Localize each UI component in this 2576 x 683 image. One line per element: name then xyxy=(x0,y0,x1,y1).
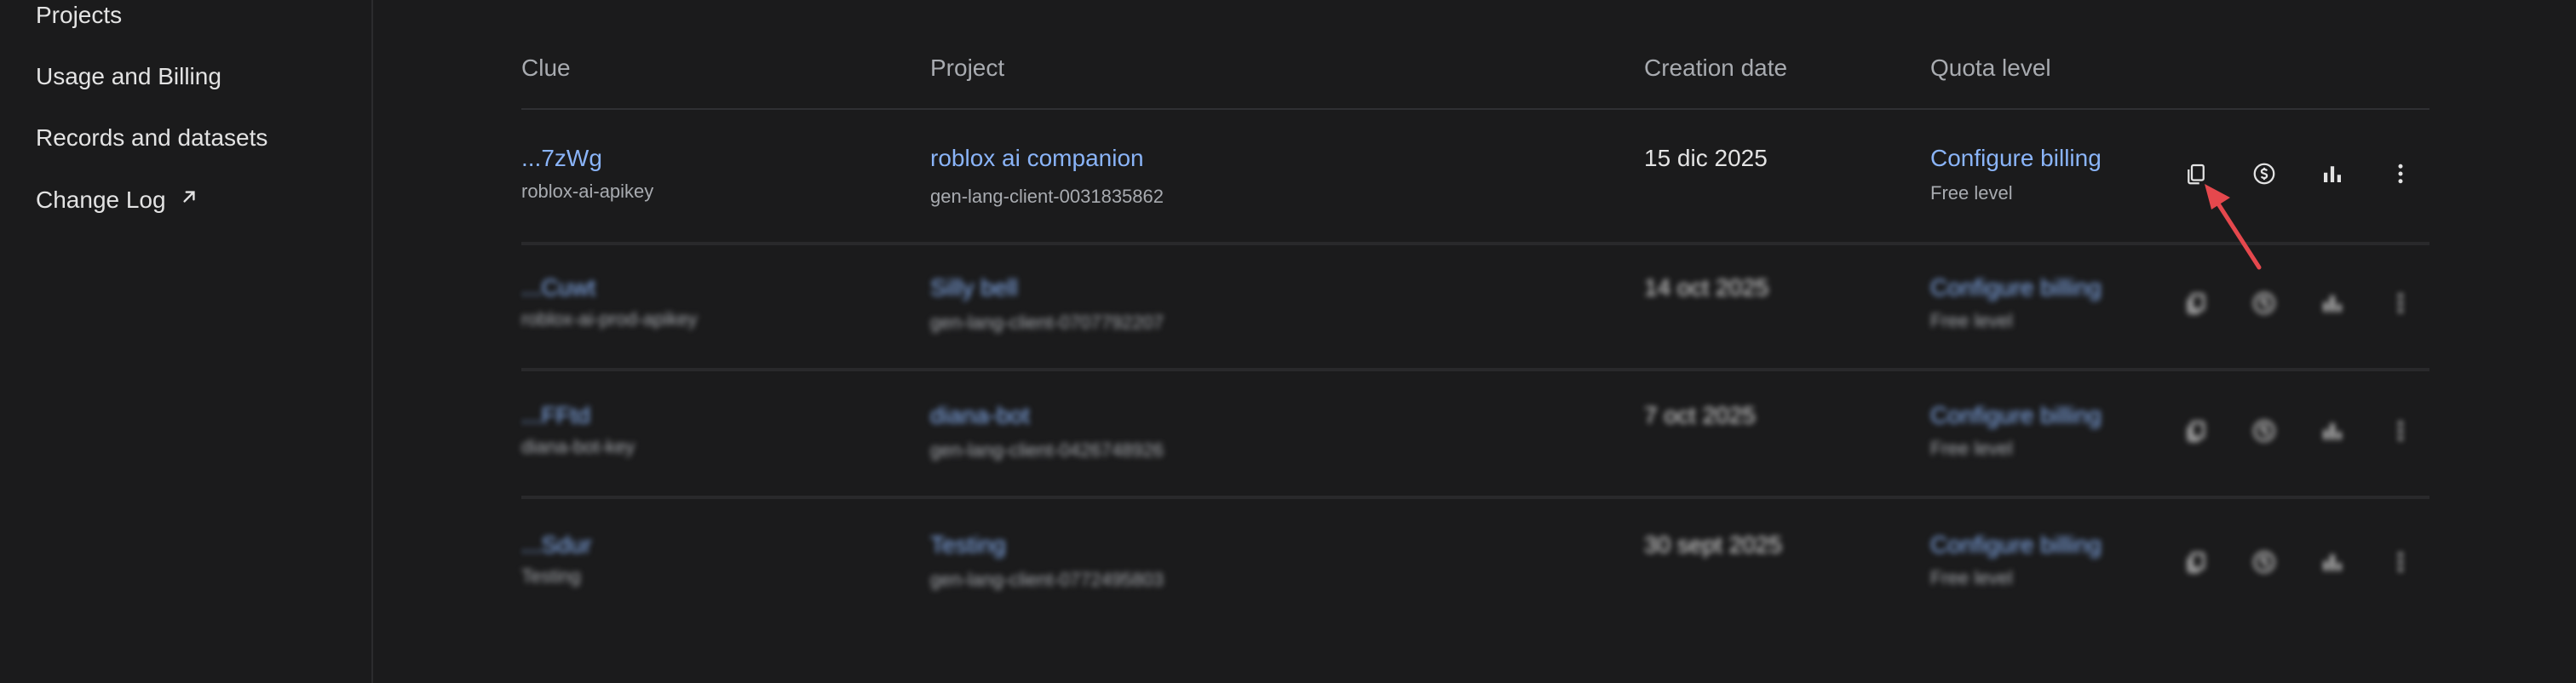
project-id: gen-lang-client-0426748926 xyxy=(930,439,1164,461)
api-key-name: roblox-ai-prod-apikey xyxy=(521,308,698,330)
row-divider xyxy=(521,496,2429,499)
quota-tier: Free level xyxy=(1930,310,2013,331)
dollar-circle-icon[interactable] xyxy=(2244,283,2285,324)
row-divider xyxy=(521,242,2429,245)
more-vert-icon[interactable] xyxy=(2380,153,2421,194)
dollar-circle-icon[interactable] xyxy=(2244,542,2285,583)
project-id: gen-lang-client-0031835862 xyxy=(930,186,1164,207)
api-key-name: roblox-ai-apikey xyxy=(521,181,654,202)
api-key-name: Testing xyxy=(521,565,581,587)
sidebar-item-projects[interactable]: Projects xyxy=(36,2,122,29)
more-vert-icon[interactable] xyxy=(2380,542,2421,583)
creation-date: 30 sept 2025 xyxy=(1644,531,1782,558)
configure-billing-link[interactable]: Configure billing xyxy=(1930,531,2102,559)
column-header-creation-date: Creation date xyxy=(1644,55,1788,81)
api-key-link[interactable]: ...Cuwt xyxy=(521,274,595,301)
creation-date: 15 dic 2025 xyxy=(1644,145,1768,171)
header-divider xyxy=(521,108,2429,110)
configure-billing-link[interactable]: Configure billing xyxy=(1930,274,2102,301)
external-link-icon xyxy=(178,186,200,214)
bar-chart-icon[interactable] xyxy=(2312,283,2353,324)
project-id: gen-lang-client-0707792207 xyxy=(930,312,1164,333)
more-vert-icon[interactable] xyxy=(2380,283,2421,324)
annotation-arrow-icon xyxy=(2205,184,2262,270)
copy-icon[interactable] xyxy=(2176,542,2217,583)
row-divider xyxy=(521,368,2429,371)
quota-tier: Free level xyxy=(1930,567,2013,588)
project-name-link[interactable]: diana-bot xyxy=(930,402,1030,429)
sidebar: Projects Usage and Billing Records and d… xyxy=(0,0,373,683)
creation-date: 14 oct 2025 xyxy=(1644,274,1769,301)
bar-chart-icon[interactable] xyxy=(2312,410,2353,451)
project-name-link[interactable]: Testing xyxy=(930,531,1006,559)
bar-chart-icon[interactable] xyxy=(2312,542,2353,583)
column-header-clue: Clue xyxy=(521,55,571,81)
copy-icon[interactable] xyxy=(2176,283,2217,324)
column-header-project: Project xyxy=(930,55,1005,81)
creation-date: 7 oct 2025 xyxy=(1644,402,1756,428)
configure-billing-link[interactable]: Configure billing xyxy=(1930,145,2102,172)
column-header-quota-level: Quota level xyxy=(1930,55,2051,81)
quota-tier: Free level xyxy=(1930,182,2013,204)
dollar-circle-icon[interactable] xyxy=(2244,410,2285,451)
project-name-link[interactable]: roblox ai companion xyxy=(930,145,1144,172)
sidebar-item-label: Usage and Billing xyxy=(36,63,221,89)
more-vert-icon[interactable] xyxy=(2380,410,2421,451)
project-name-link[interactable]: Silly bell xyxy=(930,274,1018,301)
sidebar-item-records-datasets[interactable]: Records and datasets xyxy=(36,124,267,152)
api-key-link[interactable]: ...FFtd xyxy=(521,402,590,429)
api-key-link[interactable]: ...Sdur xyxy=(521,531,591,559)
bar-chart-icon[interactable] xyxy=(2312,153,2353,194)
project-id: gen-lang-client-0772495803 xyxy=(930,569,1164,590)
api-key-link[interactable]: ...7zWg xyxy=(521,145,602,172)
copy-icon[interactable] xyxy=(2176,410,2217,451)
sidebar-item-label: Change Log xyxy=(36,186,166,213)
sidebar-item-label: Records and datasets xyxy=(36,124,268,151)
api-key-name: diana-bot-key xyxy=(521,436,635,457)
sidebar-item-label: Projects xyxy=(36,2,123,28)
quota-tier: Free level xyxy=(1930,438,2013,459)
sidebar-item-usage-billing[interactable]: Usage and Billing xyxy=(36,63,221,90)
sidebar-item-change-log[interactable]: Change Log xyxy=(36,186,200,214)
configure-billing-link[interactable]: Configure billing xyxy=(1930,402,2102,429)
